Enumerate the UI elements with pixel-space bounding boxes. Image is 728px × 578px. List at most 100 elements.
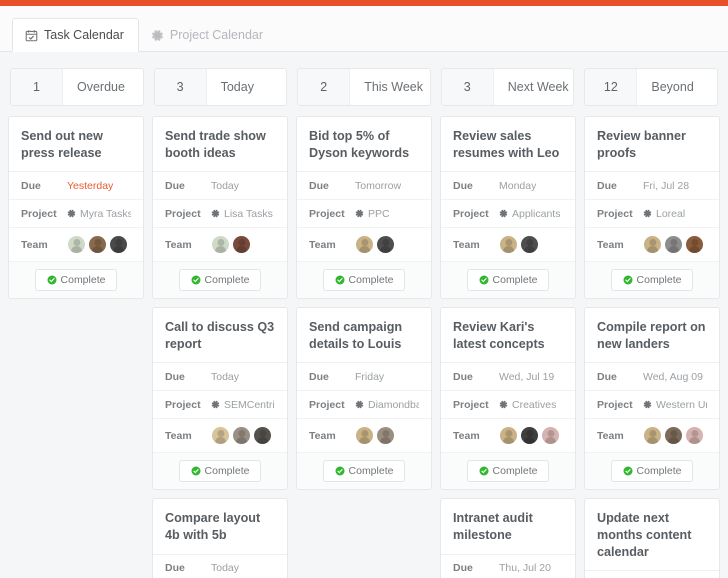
task-title: Send out new press release xyxy=(9,117,143,173)
avatar[interactable] xyxy=(520,426,539,446)
task-team-row: Team xyxy=(441,228,575,263)
due-value: Thu, Jul 20 xyxy=(499,562,551,575)
avatar[interactable] xyxy=(211,426,230,446)
task-card[interactable]: Send out new press release Due Yesterday Pr… xyxy=(8,116,144,300)
avatar[interactable] xyxy=(643,235,662,255)
filter-pill-bar: 1 Overdue 3 Today 2 This Week 3 Next Week 12 Beyo… xyxy=(0,52,728,116)
task-card[interactable]: Review Kari's latest concepts Due Wed, Jul… xyxy=(440,307,576,491)
task-card[interactable]: Send campaign details to Louis Due Friday P… xyxy=(296,307,432,491)
avatar[interactable] xyxy=(685,235,704,255)
complete-button[interactable]: Complete xyxy=(178,460,262,483)
avatar[interactable] xyxy=(664,426,683,446)
task-title: Bid top 5% of Dyson keywords xyxy=(297,117,431,173)
task-project-row: Project Applicants xyxy=(441,200,575,229)
task-card-footer: Complete xyxy=(9,262,143,299)
task-due-row: Due Today xyxy=(153,555,287,578)
avatar[interactable] xyxy=(88,235,107,255)
check-circle-icon xyxy=(623,466,633,476)
project-value-wrap: Western Union xyxy=(643,399,707,411)
project-label: Project xyxy=(453,398,489,411)
filter-pill-next-week[interactable]: 3 Next Week xyxy=(440,68,575,106)
check-circle-icon xyxy=(335,466,345,476)
due-label: Due xyxy=(309,179,329,192)
check-circle-icon xyxy=(191,466,201,476)
due-label: Due xyxy=(165,179,185,192)
filter-label: This Week xyxy=(364,80,424,94)
filter-pill-today[interactable]: 3 Today xyxy=(153,68,288,106)
task-due-row: Due Wed, Jul 19 xyxy=(441,363,575,392)
task-project-row: Project Western Union xyxy=(585,391,719,420)
filter-label: Overdue xyxy=(77,80,125,94)
tab-task-calendar[interactable]: Task Calendar xyxy=(12,18,139,52)
gear-icon xyxy=(355,209,364,218)
complete-label: Complete xyxy=(636,465,682,478)
task-calendar-app: Task Calendar Project Calendar 1 Overdue 3 T… xyxy=(0,0,728,578)
tab-bar: Task Calendar Project Calendar xyxy=(0,6,728,52)
due-value: Yesterday xyxy=(67,179,114,192)
project-name: Creatives xyxy=(512,398,557,411)
due-label: Due xyxy=(165,370,185,383)
avatar[interactable] xyxy=(67,235,86,255)
complete-button[interactable]: Complete xyxy=(466,460,550,483)
avatar[interactable] xyxy=(211,235,230,255)
filter-pill-overdue[interactable]: 1 Overdue xyxy=(10,68,144,106)
project-label: Project xyxy=(597,398,633,411)
task-card[interactable]: Call to discuss Q3 report Due Today Project… xyxy=(152,307,288,491)
task-card-footer: Complete xyxy=(585,453,719,490)
project-label: Project xyxy=(165,398,201,411)
gear-icon xyxy=(151,29,164,42)
due-label: Due xyxy=(597,370,617,383)
avatar[interactable] xyxy=(109,235,128,255)
project-value-wrap: Diamondbacks xyxy=(355,399,419,411)
team-label: Team xyxy=(309,238,336,251)
complete-button[interactable]: Complete xyxy=(178,269,262,292)
avatar[interactable] xyxy=(643,426,662,446)
due-label: Due xyxy=(453,179,473,192)
avatar[interactable] xyxy=(499,235,518,255)
gear-icon xyxy=(211,400,220,409)
complete-button[interactable]: Complete xyxy=(466,269,550,292)
avatar[interactable] xyxy=(664,235,683,255)
filter-pill-beyond[interactable]: 12 Beyond xyxy=(584,68,718,106)
board-column-next-week: Review sales resumes with Leo Due Monday Pr… xyxy=(440,116,576,578)
task-card[interactable]: Send trade show booth ideas Due Today Proje… xyxy=(152,116,288,300)
avatar[interactable] xyxy=(499,426,518,446)
avatar[interactable] xyxy=(520,235,539,255)
task-card[interactable]: Update next months content calendarDueWe… xyxy=(584,498,720,578)
avatar[interactable] xyxy=(376,426,395,446)
due-value: Monday xyxy=(499,179,537,192)
task-title: Review sales resumes with Leo xyxy=(441,117,575,173)
due-value: Today xyxy=(211,562,240,575)
task-due-row: Due Friday xyxy=(297,363,431,392)
task-card[interactable]: Bid top 5% of Dyson keywords Due Tomorrow P… xyxy=(296,116,432,300)
complete-button[interactable]: Complete xyxy=(322,460,406,483)
avatar[interactable] xyxy=(232,426,251,446)
project-value-wrap: Lisa Tasks xyxy=(211,208,273,220)
task-card[interactable]: Compile report on new landers Due Wed, Aug… xyxy=(584,307,720,491)
avatar[interactable] xyxy=(541,426,560,446)
avatar[interactable] xyxy=(355,235,374,255)
project-name: Lisa Tasks xyxy=(224,207,273,220)
filter-count: 1 xyxy=(11,69,63,105)
task-title: Intranet audit milestone xyxy=(441,499,575,555)
task-card[interactable]: Compare layout 4b with 5bDueTodayProject… xyxy=(152,498,288,578)
complete-button[interactable]: Complete xyxy=(34,269,118,292)
task-project-row: Project Diamondbacks xyxy=(297,391,431,420)
complete-button[interactable]: Complete xyxy=(610,269,694,292)
due-value: Fri, Jul 28 xyxy=(643,179,690,192)
avatar[interactable] xyxy=(253,426,272,446)
task-card[interactable]: Intranet audit milestoneDueThu, Jul 20Pr… xyxy=(440,498,576,578)
filter-count: 12 xyxy=(585,69,638,105)
avatar[interactable] xyxy=(685,426,704,446)
task-board: Send out new press release Due Yesterday Pr… xyxy=(0,116,728,578)
task-card[interactable]: Review sales resumes with Leo Due Monday Pr… xyxy=(440,116,576,300)
complete-button[interactable]: Complete xyxy=(322,269,406,292)
avatar[interactable] xyxy=(376,235,395,255)
filter-pill-this-week[interactable]: 2 This Week xyxy=(297,68,431,106)
task-card[interactable]: Review banner proofs Due Fri, Jul 28 Projec… xyxy=(584,116,720,300)
project-value-wrap: Applicants xyxy=(499,208,560,220)
avatar[interactable] xyxy=(355,426,374,446)
avatar[interactable] xyxy=(232,235,251,255)
tab-project-calendar[interactable]: Project Calendar xyxy=(139,18,277,52)
complete-button[interactable]: Complete xyxy=(610,460,694,483)
